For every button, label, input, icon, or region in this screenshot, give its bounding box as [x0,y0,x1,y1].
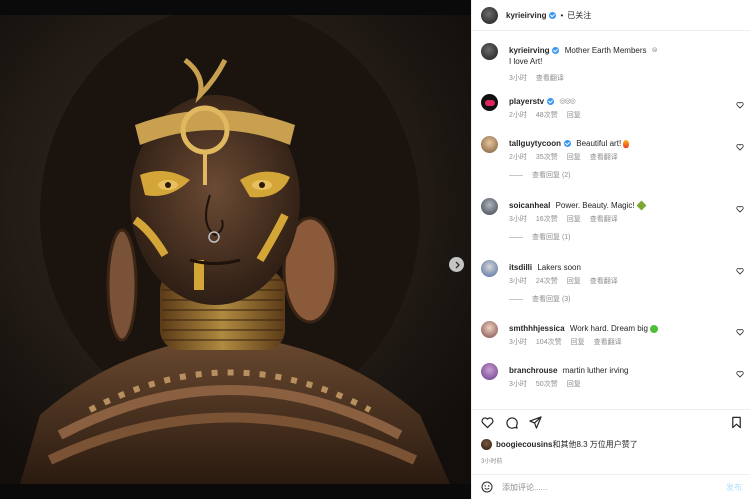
avatar[interactable] [481,198,498,215]
translate-button[interactable]: 查看翻译 [590,276,618,286]
heart-icon[interactable] [736,267,744,275]
bookmark-icon[interactable] [730,416,743,429]
comment-text: martin luther irving [562,366,629,375]
author-avatar[interactable] [481,6,498,24]
comment-time[interactable]: 3小时 [509,276,527,286]
translate-button[interactable]: 查看翻译 [590,214,618,224]
add-comment-bar: 添加评论...... 发布 [472,474,750,499]
comment-likes[interactable]: 35次赞 [536,152,558,162]
reply-divider [509,236,523,238]
comment-username[interactable]: branchrouse [509,366,557,375]
comment-username[interactable]: soicanheal [509,201,550,210]
post-image[interactable] [0,15,471,484]
sparkle-emoji-icon [636,200,647,211]
fire-emoji-icon [623,139,630,148]
like-heart-icon[interactable] [481,416,494,429]
likes-count-text[interactable]: 和其他8.3 万位用户赞了 [552,439,637,450]
heart-icon[interactable] [736,328,744,336]
portrait-illustration [0,15,471,484]
translate-button[interactable]: 查看翻译 [594,337,622,347]
next-image-button[interactable] [449,257,464,272]
avatar[interactable] [481,363,498,380]
circles-emoji-icon: ◎◎◎ [559,98,575,106]
comment-likes[interactable]: 24次赞 [536,276,558,286]
post-comment-button[interactable]: 发布 [726,482,742,493]
comments-list[interactable]: kyrieirving Mother Earth Members ⊜ I lov… [472,31,750,409]
caption-text-line2: I love Art! [509,57,543,67]
author-username[interactable]: kyrieirving [506,11,546,20]
comment-time[interactable]: 2小时 [509,152,527,162]
chevron-right-icon [455,261,460,268]
share-icon[interactable] [529,416,542,429]
translate-button[interactable]: 查看翻译 [536,73,564,83]
reply-button[interactable]: 回复 [567,110,581,120]
globe-icon: ⊜ [651,47,658,55]
emoji-icon[interactable] [481,481,493,493]
comment-text: Work hard. Dream big [569,324,648,333]
comment-username[interactable]: tallguytycoon [509,139,561,148]
comment-time[interactable]: 3小时 [509,214,527,224]
avatar[interactable] [481,136,498,153]
reply-divider [509,174,523,176]
comment-time[interactable]: 2小时 [509,110,527,120]
comment-likes[interactable]: 48次赞 [536,110,558,120]
separator-dot: • [560,10,564,20]
view-replies-button[interactable]: 查看回复 (2) [532,170,571,180]
avatar[interactable] [481,94,498,111]
caption-username[interactable]: kyrieirving [509,46,549,55]
view-replies-button[interactable]: 查看回复 (3) [532,294,571,304]
comment-username[interactable]: smthhhjessica [509,324,565,333]
comment-icon[interactable] [505,416,518,429]
avatar[interactable] [481,321,498,338]
post-timestamp[interactable]: 3小时前 [481,456,502,465]
comment-time[interactable]: 3小时 [509,73,527,83]
likes-summary[interactable]: boogiecousins 和其他8.3 万位用户赞了 [481,439,638,450]
verified-icon [549,11,557,19]
reply-button[interactable]: 回复 [567,379,581,389]
verified-icon [564,140,572,148]
comment-time[interactable]: 3小时 [509,337,527,347]
reply-divider [509,298,523,300]
avatar[interactable] [481,260,498,277]
post-header: kyrieirving • 已关注 [472,0,750,31]
heart-icon[interactable] [736,370,744,378]
comment-text: Beautiful art! [576,139,622,148]
comment-input[interactable]: 添加评论...... [502,482,726,493]
post-actions: boogiecousins 和其他8.3 万位用户赞了 3小时前 [472,409,750,478]
liker-username[interactable]: boogiecousins [496,440,552,449]
avatar[interactable] [481,43,498,60]
translate-button[interactable]: 查看翻译 [590,152,618,162]
post-detail-panel: kyrieirving • 已关注 kyrieirving Mother Ear… [471,0,750,499]
following-button[interactable]: 已关注 [567,10,591,21]
comment-username[interactable]: playerstv [509,97,544,106]
verified-icon [547,98,555,106]
liker-avatar[interactable] [481,439,492,450]
comment-likes[interactable]: 16次赞 [536,214,558,224]
reply-button[interactable]: 回复 [567,276,581,286]
comment-time[interactable]: 3小时 [509,379,527,389]
comment-text: Lakers soon [537,263,581,272]
comment-username[interactable]: itsdilli [509,263,532,272]
heart-icon[interactable] [736,205,744,213]
comment-likes[interactable]: 50次赞 [536,379,558,389]
comment-likes[interactable]: 104次赞 [536,337,562,347]
reply-button[interactable]: 回复 [571,337,585,347]
reply-button[interactable]: 回复 [567,152,581,162]
reply-button[interactable]: 回复 [567,214,581,224]
view-replies-button[interactable]: 查看回复 (1) [532,232,571,242]
alien-emoji-icon [649,324,658,333]
caption-text: Mother Earth Members [564,46,647,55]
heart-icon[interactable] [736,143,744,151]
heart-icon[interactable] [736,101,744,109]
comment-text: Power. Beauty. Magic! [555,201,635,210]
verified-icon [552,47,560,55]
